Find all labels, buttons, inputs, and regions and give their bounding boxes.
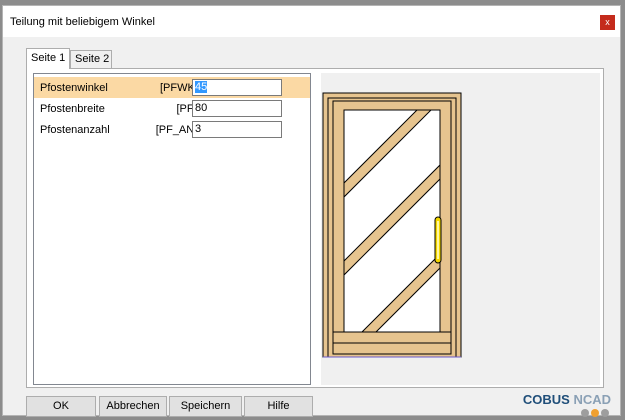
parameter-row-pfostenbreite[interactable]: Pfostenbreite [PFB] 80 <box>34 98 310 119</box>
tab-seite-2[interactable]: Seite 2 <box>70 50 112 68</box>
pfostenbreite-input[interactable]: 80 <box>192 100 282 117</box>
dialog-title: Teilung mit beliebigem Winkel <box>10 16 155 28</box>
help-button[interactable]: Hilfe <box>244 396 313 417</box>
parameter-row-pfostenanzahl[interactable]: Pfostenanzahl [PF_ANZ] 3 <box>34 119 310 140</box>
tab-seite-1[interactable]: Seite 1 <box>26 48 70 69</box>
door-drawing <box>322 92 462 358</box>
splitter[interactable] <box>313 73 319 385</box>
logo-part1: COBUS <box>522 392 570 407</box>
parameter-label: Pfostenwinkel <box>40 82 108 94</box>
logo-part2: NCAD <box>569 392 611 407</box>
logo-dot <box>591 409 599 417</box>
dialog-window: Teilung mit beliebigem Winkel x Seite 1 … <box>2 5 621 417</box>
tab-panel: Pfostenwinkel [PFWKL] 45 Pfostenbreite [… <box>26 68 604 388</box>
cancel-button[interactable]: Abbrechen <box>99 396 167 417</box>
logo-dot <box>581 409 589 417</box>
pfostenwinkel-input[interactable]: 45 <box>192 79 282 96</box>
ok-button[interactable]: OK <box>26 396 96 417</box>
logo-dots <box>579 408 609 420</box>
save-button[interactable]: Speichern <box>169 396 242 417</box>
cobus-ncad-logo: COBUS NCAD <box>521 392 611 417</box>
title-bar: Teilung mit beliebigem Winkel x <box>3 6 620 37</box>
parameter-value: 45 <box>195 81 208 93</box>
parameter-label: Pfostenanzahl <box>40 124 110 136</box>
parameter-row-pfostenwinkel[interactable]: Pfostenwinkel [PFWKL] 45 <box>34 77 310 98</box>
logo-dot <box>601 409 609 417</box>
parameter-label: Pfostenbreite <box>40 103 105 115</box>
door-preview <box>321 73 600 385</box>
close-button[interactable]: x <box>600 15 615 30</box>
pfostenanzahl-input[interactable]: 3 <box>192 121 282 138</box>
logo-text: COBUS NCAD <box>523 392 611 407</box>
parameter-list: Pfostenwinkel [PFWKL] 45 Pfostenbreite [… <box>33 73 311 385</box>
